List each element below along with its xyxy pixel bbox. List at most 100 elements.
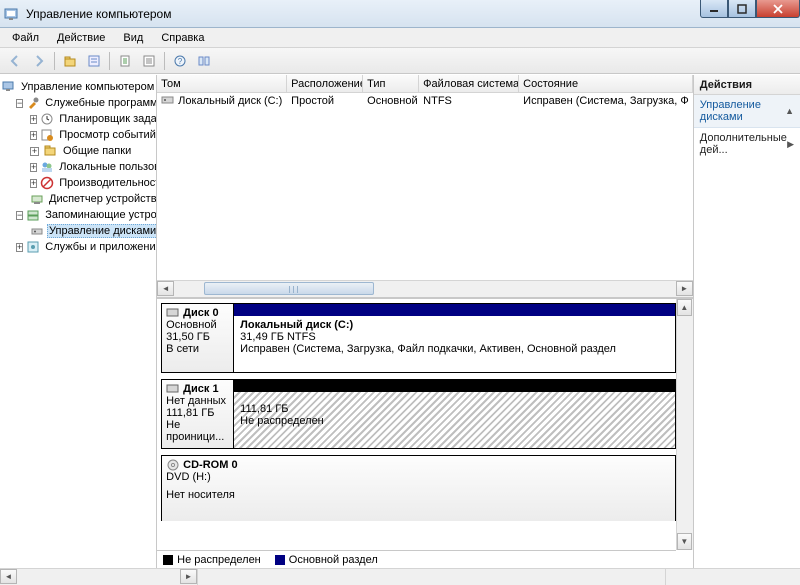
tree-event-viewer[interactable]: + Просмотр событий	[30, 127, 154, 143]
minimize-button[interactable]	[700, 0, 728, 18]
scroll-left-icon[interactable]: ◄	[157, 281, 174, 296]
hscroll-right-pane[interactable]	[666, 569, 800, 585]
actions-more[interactable]: Дополнительные дей... ▶	[694, 128, 800, 160]
tree-performance[interactable]: + Производительность	[30, 175, 154, 191]
scroll-down-icon[interactable]: ▼	[677, 533, 692, 550]
menu-view[interactable]: Вид	[115, 30, 151, 46]
drive-icon	[161, 94, 175, 109]
partition-status: Исправен (Система, Загрузка, Файл подкач…	[240, 343, 669, 355]
disk-name: Диск 1	[183, 383, 218, 395]
col-volume[interactable]: Том	[157, 75, 287, 92]
tree-label: Просмотр событий	[57, 129, 157, 141]
hscroll-center-pane[interactable]	[198, 569, 666, 585]
tree-task-scheduler[interactable]: +Планировщик заданий	[30, 111, 154, 127]
disk-type: Нет данных	[166, 395, 229, 407]
scroll-up-icon[interactable]: ▲	[677, 299, 692, 316]
disk-info: Диск 1 Нет данных 111,81 ГБ Не проиници.…	[162, 380, 234, 448]
partition-label: Локальный диск (C:)	[240, 319, 669, 331]
refresh-button[interactable]	[114, 50, 136, 72]
collapse-icon[interactable]: −	[16, 99, 23, 108]
help-button[interactable]: ?	[169, 50, 191, 72]
partition-size: 31,49 ГБ NTFS	[240, 331, 669, 343]
legend-label: Не распределен	[177, 554, 261, 566]
back-button[interactable]	[4, 50, 26, 72]
window-title: Управление компьютером	[26, 7, 171, 21]
scroll-thumb[interactable]	[204, 282, 374, 295]
menu-action[interactable]: Действие	[49, 30, 113, 46]
export-list-button[interactable]	[138, 50, 160, 72]
disk-row[interactable]: CD-ROM 0 DVD (H:) Нет носителя	[161, 455, 676, 521]
tree-storage[interactable]: − Запоминающие устройст	[16, 207, 154, 223]
tree-label: Управление дисками	[47, 224, 157, 238]
maximize-button[interactable]	[728, 0, 756, 18]
vscrollbar[interactable]: ▲ ▼	[676, 299, 693, 550]
col-status[interactable]: Состояние	[519, 75, 693, 92]
tree-services-apps[interactable]: +Службы и приложения	[16, 239, 154, 255]
device-icon	[30, 191, 44, 207]
toolbar-separator	[54, 52, 55, 70]
disk-state: Нет носителя	[166, 489, 671, 501]
partition[interactable]: 111,81 ГБ Не распределен	[234, 380, 675, 448]
tree-local-users[interactable]: + Локальные пользоват	[30, 159, 154, 175]
close-button[interactable]	[756, 0, 800, 18]
computer-icon	[2, 79, 16, 95]
disk-size: 111,81 ГБ	[166, 407, 229, 419]
hscroll-left-pane[interactable]: ◄►	[0, 569, 198, 585]
volume-row[interactable]: Локальный диск (C:) Простой Основной NTF…	[157, 93, 693, 109]
column-headers: Том Расположение Тип Файловая система Со…	[157, 75, 693, 93]
disk-info: CD-ROM 0 DVD (H:) Нет носителя	[162, 456, 675, 521]
tree-label: Производительность	[57, 177, 157, 189]
performance-icon	[40, 175, 54, 191]
toolbar-separator	[109, 52, 110, 70]
col-fs[interactable]: Файловая система	[419, 75, 519, 92]
forward-button[interactable]	[28, 50, 50, 72]
expand-icon[interactable]: +	[30, 179, 37, 188]
tree-label: Управление компьютером (л	[19, 81, 157, 93]
partition[interactable]: Локальный диск (C:) 31,49 ГБ NTFS Исправ…	[234, 304, 675, 372]
volume-rows: Локальный диск (C:) Простой Основной NTF…	[157, 93, 693, 280]
tree-services-tools[interactable]: − Служебные программы	[16, 95, 154, 111]
hscrollbar[interactable]: ◄ ►	[157, 280, 693, 297]
disk-graphical-area: Диск 0 Основной 31,50 ГБ В сети Локальны…	[157, 299, 693, 568]
col-layout[interactable]: Расположение	[287, 75, 363, 92]
expand-icon[interactable]: +	[30, 131, 37, 140]
menu-help[interactable]: Справка	[153, 30, 212, 46]
disk-name: Диск 0	[183, 307, 218, 319]
volume-fs: NTFS	[419, 95, 519, 107]
volume-name: Локальный диск (C:)	[178, 95, 282, 107]
tree-device-manager[interactable]: Диспетчер устройств	[30, 191, 154, 207]
tree-shared-folders[interactable]: +Общие папки	[30, 143, 154, 159]
disk-row[interactable]: Диск 1 Нет данных 111,81 ГБ Не проиници.…	[161, 379, 676, 449]
expand-icon[interactable]: +	[30, 147, 39, 156]
hdd-icon	[166, 383, 180, 395]
settings-button[interactable]	[193, 50, 215, 72]
up-button[interactable]	[59, 50, 81, 72]
disk-name: CD-ROM 0	[183, 459, 237, 471]
expand-icon[interactable]: +	[30, 163, 37, 172]
storage-icon	[26, 207, 40, 223]
nav-tree: Управление компьютером (л − Служебные пр…	[0, 77, 156, 257]
disk-row[interactable]: Диск 0 Основной 31,50 ГБ В сети Локальны…	[161, 303, 676, 373]
volume-status: Исправен (Система, Загрузка, Ф	[519, 95, 693, 107]
properties-button[interactable]	[83, 50, 105, 72]
users-icon	[40, 159, 54, 175]
tree-label: Запоминающие устройст	[43, 209, 157, 221]
expand-icon[interactable]: +	[30, 115, 37, 124]
scroll-right-icon[interactable]: ►	[676, 281, 693, 296]
tree-root[interactable]: Управление компьютером (л	[2, 79, 154, 95]
scroll-track[interactable]	[174, 281, 676, 297]
actions-section[interactable]: Управление дисками ▲	[694, 95, 800, 128]
clock-icon	[40, 111, 54, 127]
disk-info: Диск 0 Основной 31,50 ГБ В сети	[162, 304, 234, 372]
menu-file[interactable]: Файл	[4, 30, 47, 46]
col-type[interactable]: Тип	[363, 75, 419, 92]
disk-size: 31,50 ГБ	[166, 331, 229, 343]
tools-icon	[26, 95, 40, 111]
expand-icon[interactable]: +	[16, 243, 23, 252]
tree-label: Локальные пользоват	[57, 161, 157, 173]
legend: Не распределен Основной раздел	[157, 550, 676, 568]
hdd-icon	[166, 307, 180, 319]
tree-label: Служебные программы	[43, 97, 157, 109]
tree-disk-management[interactable]: Управление дисками	[30, 223, 154, 239]
collapse-icon[interactable]: −	[16, 211, 23, 220]
